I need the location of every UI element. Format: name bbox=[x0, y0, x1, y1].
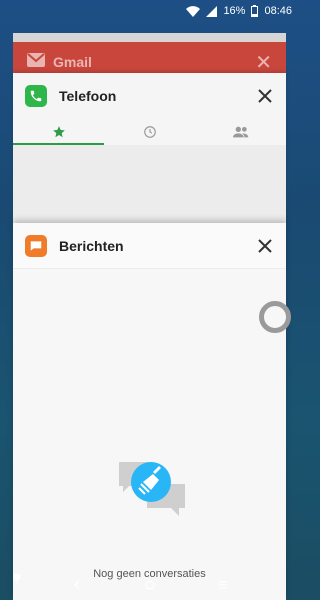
close-gmail-button[interactable]: ✕ bbox=[255, 50, 272, 75]
star-icon bbox=[52, 126, 65, 138]
berichten-empty-state: Nog geen conversaties bbox=[13, 270, 286, 600]
status-bar: 16% 08:46 bbox=[0, 0, 300, 22]
battery-percent: 16% bbox=[223, 5, 246, 17]
gmail-card-title: Gmail bbox=[53, 54, 92, 70]
telefoon-tabs bbox=[13, 119, 286, 145]
close-berichten-button[interactable] bbox=[256, 237, 274, 255]
home-button[interactable] bbox=[140, 575, 160, 595]
telefoon-card-header: Telefoon bbox=[13, 73, 286, 119]
recent-card-telefoon[interactable]: Telefoon bbox=[13, 73, 286, 223]
telefoon-card-title: Telefoon bbox=[59, 88, 117, 104]
clock-icon bbox=[143, 126, 156, 138]
people-icon bbox=[232, 126, 248, 138]
assistive-touch-button[interactable] bbox=[259, 301, 291, 333]
phone-app-icon bbox=[25, 85, 47, 107]
berichten-card-title: Berichten bbox=[59, 237, 124, 254]
close-telefoon-button[interactable] bbox=[256, 87, 274, 105]
back-button[interactable] bbox=[67, 575, 87, 595]
messages-app-icon bbox=[25, 234, 47, 257]
battery-icon bbox=[251, 5, 259, 17]
tab-recents[interactable] bbox=[104, 119, 195, 145]
clock: 08:46 bbox=[264, 5, 292, 17]
tab-contacts[interactable] bbox=[195, 119, 286, 145]
recent-card-berichten[interactable]: Berichten Nog geen conversaties bbox=[13, 223, 286, 600]
navigation-bar bbox=[0, 570, 300, 600]
wifi-icon bbox=[186, 5, 201, 17]
tab-favorites[interactable] bbox=[13, 119, 104, 145]
recents-button[interactable] bbox=[213, 575, 233, 595]
gmail-icon bbox=[27, 52, 45, 72]
cellular-signal-icon bbox=[206, 5, 218, 17]
berichten-card-header: Berichten bbox=[13, 223, 286, 269]
empty-conversations-illustration bbox=[119, 462, 185, 516]
active-tab-indicator bbox=[13, 143, 104, 145]
